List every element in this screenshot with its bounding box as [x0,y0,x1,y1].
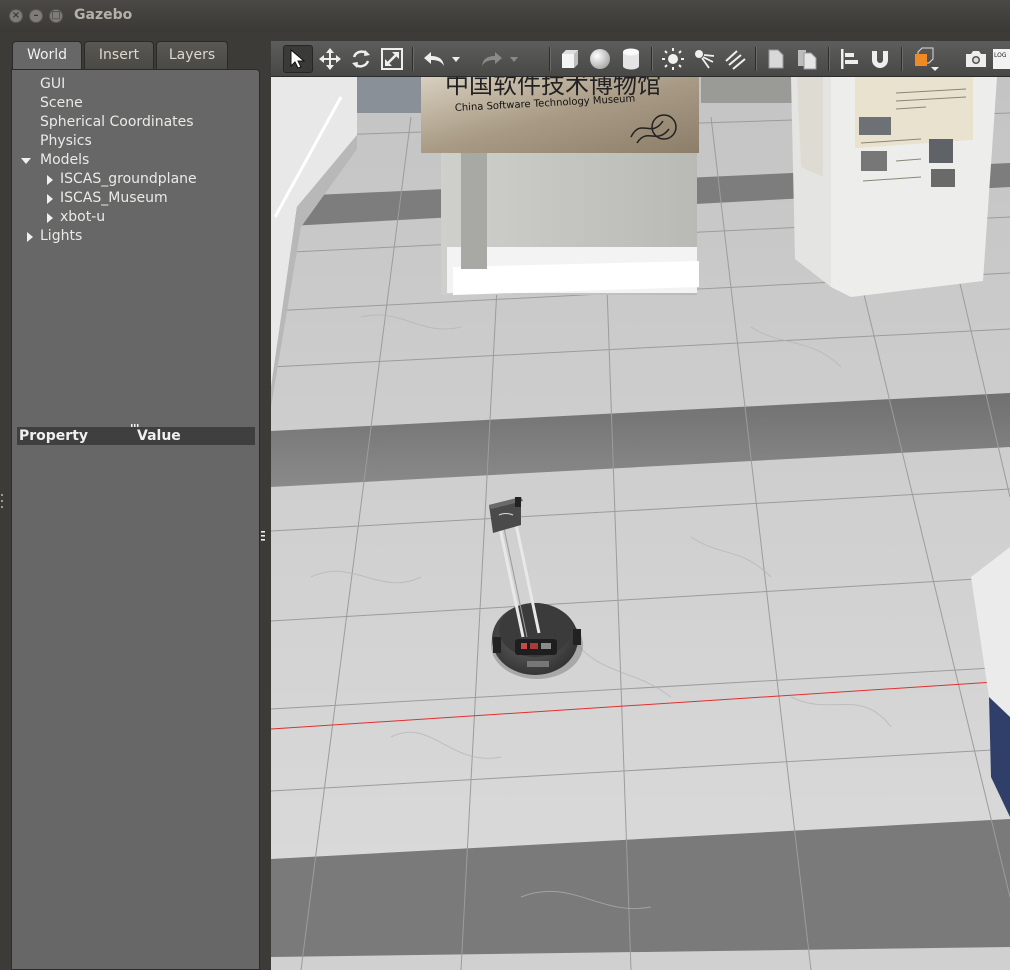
directional-light-icon [725,50,746,70]
render-viewport[interactable]: LOG 中国软件技术博物馆 China Software Technology … [271,41,1010,970]
align-icon [841,49,858,69]
tree-item-lights[interactable]: Lights [40,227,82,246]
window-maximize-button[interactable]: □ [49,9,63,23]
dropdown-icon [510,56,518,62]
box-shape-icon [562,50,578,68]
spot-light-icon [695,50,715,69]
view-angle-button[interactable] [907,45,943,73]
redo-icon [482,52,502,66]
directional-light-button[interactable] [720,45,750,73]
point-light-button[interactable] [658,45,688,73]
redo-button[interactable] [477,45,507,73]
property-column-header[interactable]: Property [19,427,88,445]
rotate-mode-button[interactable] [346,45,376,73]
tree-item-iscas-groundplane[interactable]: ISCAS_groundplane [60,170,197,189]
translate-mode-button[interactable] [315,45,345,73]
scene-3d-view[interactable]: 中国软件技术博物馆 China Software Technology Muse… [271,77,1010,970]
select-mode-button[interactable] [283,45,313,73]
spot-light-button[interactable] [689,45,719,73]
camera-icon [966,51,986,67]
window-title-bar: × – □ Gazebo [0,0,1010,32]
log-label: LOG [994,52,1007,59]
property-table-header: Property Value [17,427,255,445]
models-expanded-arrow-icon[interactable] [21,158,31,164]
magnet-icon [872,51,888,68]
expand-arrow-icon[interactable] [47,213,53,223]
world-tree-panel: GUI Scene Spherical Coordinates Physics … [11,69,260,970]
tree-item-spherical-coordinates[interactable]: Spherical Coordinates [40,113,194,132]
tree-item-iscas-museum[interactable]: ISCAS_Museum [60,189,168,208]
screenshot-button[interactable] [961,45,991,73]
undo-button[interactable] [419,45,449,73]
copy-button[interactable] [762,45,792,73]
exhibition-board [791,77,997,297]
viewport-toolbar: LOG [271,41,1010,77]
cylinder-shape-icon [623,48,639,70]
redo-history-dropdown[interactable] [507,45,521,73]
left-edge-handle [0,472,4,532]
log-button[interactable]: LOG [990,45,1010,73]
museum-sign-booth: 中国软件技术博物馆 China Software Technology Muse… [421,77,699,295]
undo-history-dropdown[interactable] [449,45,463,73]
tab-layers[interactable]: Layers [156,41,228,69]
scale-icon [381,48,403,70]
arrow-cursor-icon [290,48,306,69]
lights-collapsed-arrow-icon[interactable] [27,232,33,242]
expand-arrow-icon[interactable] [47,175,53,185]
sphere-shape-button[interactable] [585,45,615,73]
tree-item-physics[interactable]: Physics [40,132,92,151]
tree-item-models[interactable]: Models [40,151,89,170]
value-column-header[interactable]: Value [137,427,181,445]
move-arrows-icon [319,48,341,70]
left-panel: World Insert Layers GUI Scene Spherical … [11,40,261,970]
tree-item-xbot-u[interactable]: xbot-u [60,208,105,227]
window-title: Gazebo [74,7,133,23]
expand-arrow-icon[interactable] [47,194,53,204]
point-light-icon [662,48,684,70]
tab-insert[interactable]: Insert [84,41,154,69]
tree-item-gui[interactable]: GUI [40,75,65,94]
dropdown-icon [452,56,460,62]
cylinder-shape-button[interactable] [616,45,646,73]
window-minimize-button[interactable]: – [29,9,43,23]
box-shape-button[interactable] [554,45,584,73]
window-close-button[interactable]: × [9,9,23,23]
sphere-shape-icon [590,49,610,69]
snap-button[interactable] [865,45,895,73]
align-button[interactable] [834,45,864,73]
rotate-icon [352,50,370,68]
view-angle-icon [915,47,939,71]
tab-world[interactable]: World [12,41,82,70]
paste-icon [798,50,817,70]
log-icon: LOG [993,49,1010,69]
undo-icon [424,52,444,66]
panel-collapse-handle[interactable] [261,529,267,543]
tree-item-scene[interactable]: Scene [40,94,83,113]
copy-icon [768,49,784,69]
paste-button[interactable] [792,45,822,73]
scale-mode-button[interactable] [377,45,407,73]
